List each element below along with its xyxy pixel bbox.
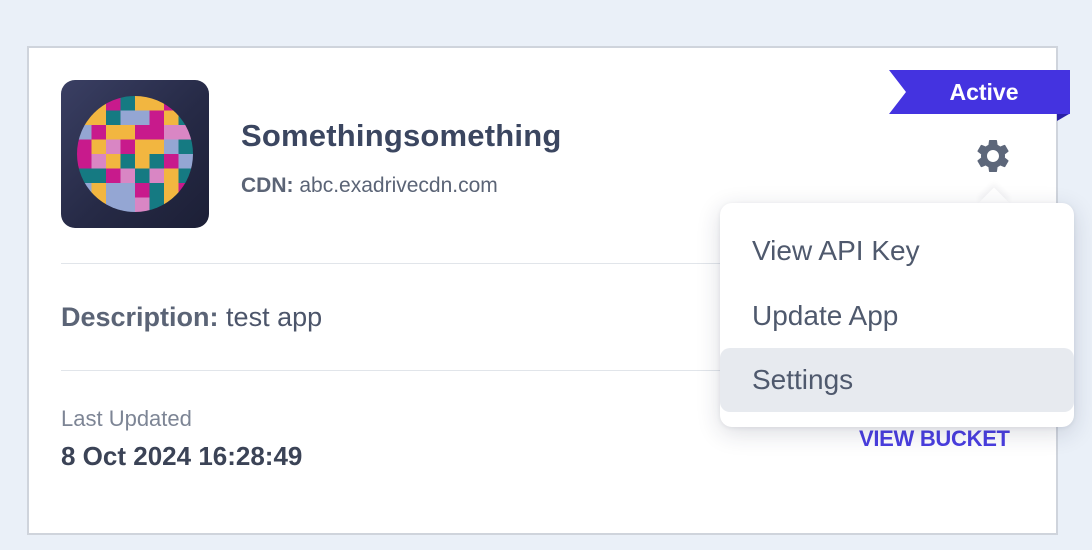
mosaic-cell xyxy=(77,110,92,126)
mosaic-cell xyxy=(77,197,92,212)
mosaic-cell xyxy=(106,183,121,198)
mosaic-cell xyxy=(149,168,165,184)
mosaic-cell xyxy=(120,110,136,126)
mosaic-cell xyxy=(77,139,92,155)
mosaic-cell xyxy=(120,96,136,111)
mosaic-cell xyxy=(91,197,107,212)
mosaic-cell xyxy=(135,110,150,126)
mosaic-cell xyxy=(178,125,193,140)
mosaic-cell xyxy=(106,197,121,212)
app-name: Somethingsomething xyxy=(241,118,562,153)
divider xyxy=(61,263,781,264)
status-badge: Active xyxy=(949,79,1019,105)
mosaic-cell xyxy=(164,139,179,155)
ribbon-fold xyxy=(1057,114,1069,121)
mosaic-cell xyxy=(106,96,121,111)
mosaic-cell xyxy=(164,125,179,140)
cdn-value: abc.exadrivecdn.com xyxy=(299,174,498,197)
mosaic-cell xyxy=(106,110,121,126)
mosaic-cell xyxy=(164,96,179,111)
mosaic-cell xyxy=(149,139,165,155)
mosaic-cell xyxy=(120,168,136,184)
mosaic-cell xyxy=(120,139,136,155)
mosaic-graphic xyxy=(77,96,193,212)
mosaic-cell xyxy=(135,125,150,140)
description-label: Description: xyxy=(61,302,219,332)
mosaic-cell xyxy=(120,197,136,212)
mosaic-cell xyxy=(149,110,165,126)
menu-item-update-app[interactable]: Update App xyxy=(720,284,1074,348)
mosaic-cell xyxy=(178,154,193,169)
mosaic-cell xyxy=(149,154,165,169)
mosaic-cell xyxy=(106,154,121,169)
mosaic-cell xyxy=(135,168,150,184)
mosaic-cell xyxy=(91,125,107,140)
mosaic-cell xyxy=(135,139,150,155)
mosaic-cell xyxy=(164,168,179,184)
mosaic-cell xyxy=(149,197,165,212)
mosaic-cell xyxy=(178,139,193,155)
last-updated-label: Last Updated xyxy=(61,406,192,431)
mosaic-cell xyxy=(164,183,179,198)
menu-item-view-api-key[interactable]: View API Key xyxy=(720,219,1074,283)
mosaic-cell xyxy=(135,183,150,198)
app-mosaic-icon xyxy=(61,80,209,228)
mosaic-cell xyxy=(178,183,193,198)
mosaic-cell xyxy=(106,168,121,184)
mosaic-cell xyxy=(91,110,107,126)
gear-icon-graphic xyxy=(977,140,1009,172)
cdn-label: CDN: xyxy=(241,174,294,197)
mosaic-cell xyxy=(91,139,107,155)
mosaic-cell xyxy=(77,168,92,184)
mosaic-cell xyxy=(178,168,193,184)
mosaic-cell xyxy=(149,125,165,140)
description: Description: test app xyxy=(61,302,322,333)
settings-dropdown-menu: View API Key Update App Settings xyxy=(720,203,1074,427)
mosaic-cell xyxy=(91,183,107,198)
mosaic-cell xyxy=(91,96,107,111)
mosaic-cell xyxy=(135,197,150,212)
last-updated-value: 8 Oct 2024 16:28:49 xyxy=(61,441,303,471)
mosaic-cell xyxy=(135,96,150,111)
mosaic-cell xyxy=(77,154,92,169)
mosaic-cell xyxy=(120,125,136,140)
mosaic-cell xyxy=(178,110,193,126)
mosaic-cell xyxy=(149,96,165,111)
mosaic-cell xyxy=(149,183,165,198)
mosaic-cell xyxy=(135,154,150,169)
mosaic-cell xyxy=(91,154,107,169)
mosaic-cell xyxy=(106,139,121,155)
mosaic-cell xyxy=(164,154,179,169)
mosaic-cell xyxy=(120,183,136,198)
mosaic-cell xyxy=(77,125,92,140)
mosaic-cell xyxy=(164,197,179,212)
mosaic-cell xyxy=(178,96,193,111)
mosaic-cell xyxy=(91,168,107,184)
mosaic-cell xyxy=(164,110,179,126)
mosaic-cell xyxy=(120,154,136,169)
mosaic-cell xyxy=(106,125,121,140)
divider xyxy=(61,370,781,371)
description-value: test app xyxy=(226,302,323,332)
mosaic-cell xyxy=(77,96,92,111)
gear-icon[interactable] xyxy=(973,136,1013,176)
mosaic-cell xyxy=(77,183,92,198)
cdn-line: CDN: abc.exadrivecdn.com xyxy=(241,174,498,198)
mosaic-cell xyxy=(178,197,193,212)
view-bucket-link[interactable]: VIEW BUCKET xyxy=(859,426,1010,452)
menu-item-settings[interactable]: Settings xyxy=(720,348,1074,412)
